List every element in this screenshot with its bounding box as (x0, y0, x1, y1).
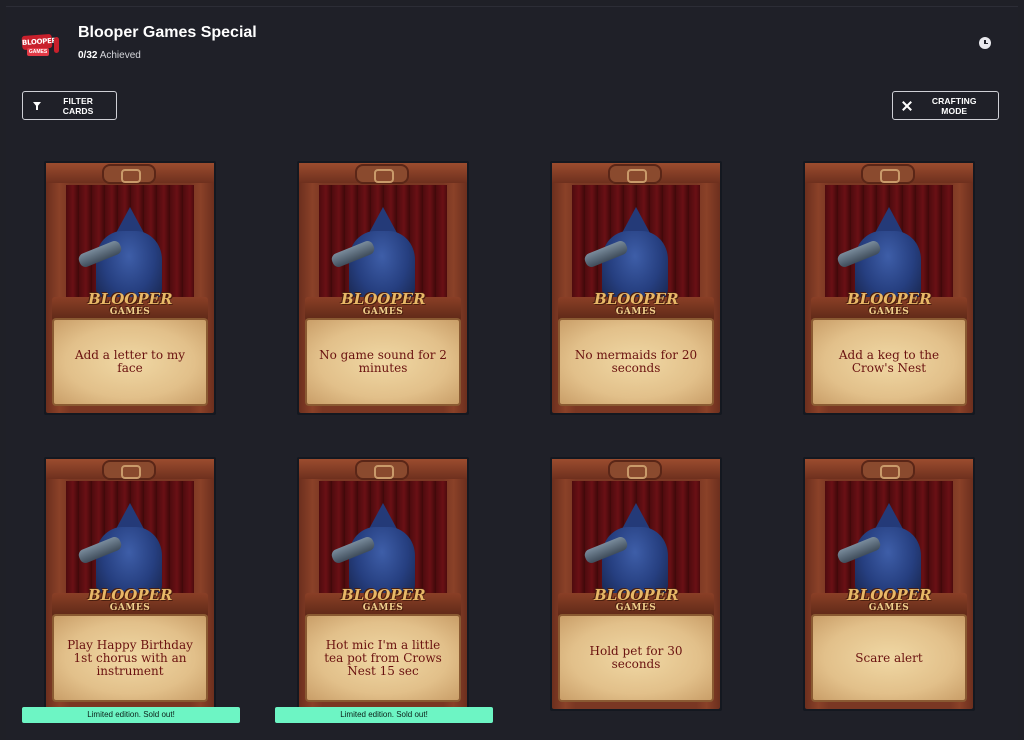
achievement-card[interactable]: BLOOPER GAMES Add a letter to my face (44, 161, 216, 415)
achievement-card[interactable]: BLOOPER GAMES No mermaids for 20 seconds (550, 161, 722, 415)
logo-sub: GAMES (27, 48, 49, 56)
page-header: BLOOPER GAMES Blooper Games Special 0/32… (21, 23, 257, 67)
card-brand: BLOOPER GAMES (594, 290, 679, 317)
microphone-icon (54, 37, 59, 53)
card-brand-sub: GAMES (362, 603, 404, 613)
pirate-figure-icon (835, 207, 931, 303)
achievement-card[interactable]: BLOOPER GAMES Hold pet for 30 seconds (550, 457, 722, 711)
card-brand-sub: GAMES (109, 603, 151, 613)
card-brand-sub: GAMES (868, 603, 910, 613)
ld-emblem-icon (102, 164, 156, 184)
achievement-card[interactable]: BLOOPER GAMES Play Happy Birthday 1st chor… (44, 457, 216, 711)
card-brand-name: BLOOPER (594, 586, 679, 604)
ld-emblem-icon (861, 460, 915, 480)
pirate-figure-icon (582, 207, 678, 303)
card-brand-sub: GAMES (615, 603, 657, 613)
card-caption: Scare alert (855, 650, 923, 665)
card-caption: Add a letter to my face (74, 348, 186, 375)
ld-emblem-icon (355, 164, 409, 184)
pirate-figure-icon (76, 207, 172, 303)
pirate-figure-icon (582, 503, 678, 599)
filter-cards-label: FILTER CARDS (62, 95, 94, 116)
limited-edition-badge: Limited edition. Sold out! (22, 707, 240, 723)
card-caption: Hold pet for 30 seconds (589, 644, 683, 671)
card-brand-sub: GAMES (109, 307, 151, 317)
card-brand: BLOOPER GAMES (88, 586, 173, 613)
card-brand: BLOOPER GAMES (341, 290, 426, 317)
ld-emblem-icon (102, 460, 156, 480)
blooper-games-logo: BLOOPER GAMES (21, 31, 62, 67)
card-brand-name: BLOOPER (594, 290, 679, 308)
pirate-figure-icon (835, 503, 931, 599)
card-brand-sub: GAMES (615, 307, 657, 317)
card-brand-sub: GAMES (362, 307, 404, 317)
card-caption: No game sound for 2 minutes (319, 348, 447, 375)
crafting-tools-icon (902, 100, 912, 111)
card-brand-name: BLOOPER (88, 290, 173, 308)
achievement-card[interactable]: BLOOPER GAMES No game sound for 2 minutes (297, 161, 469, 415)
card-brand-name: BLOOPER (341, 586, 426, 604)
card-brand: BLOOPER GAMES (88, 290, 173, 317)
ld-emblem-icon (861, 164, 915, 184)
progress-label: Achieved (99, 50, 141, 61)
card-caption: Play Happy Birthday 1st chorus with an i… (67, 637, 193, 678)
pirate-figure-icon (329, 503, 425, 599)
card-brand: BLOOPER GAMES (341, 586, 426, 613)
card-brand-name: BLOOPER (847, 290, 932, 308)
filter-icon (32, 101, 41, 111)
crafting-mode-button[interactable]: CRAFTING MODE (892, 91, 999, 120)
card-caption: Hot mic I'm a little tea pot from Crows … (324, 637, 442, 678)
card-brand-name: BLOOPER (341, 290, 426, 308)
card-caption: Add a keg to the Crow's Nest (838, 348, 940, 375)
page-title: Blooper Games Special (78, 24, 257, 41)
ld-emblem-icon (608, 460, 662, 480)
achievement-card[interactable]: BLOOPER GAMES Scare alert (803, 457, 975, 711)
pirate-figure-icon (76, 503, 172, 599)
pirate-figure-icon (329, 207, 425, 303)
card-caption: No mermaids for 20 seconds (574, 348, 698, 375)
ld-emblem-icon (355, 460, 409, 480)
crafting-mode-label: CRAFTING MODE (931, 95, 977, 116)
achievement-progress: 0/32 Achieved (78, 50, 257, 61)
filter-cards-button[interactable]: FILTER CARDS (22, 91, 117, 120)
card-brand-name: BLOOPER (88, 586, 173, 604)
card-brand-name: BLOOPER (847, 586, 932, 604)
card-brand: BLOOPER GAMES (847, 586, 932, 613)
card-brand: BLOOPER GAMES (847, 290, 932, 317)
limited-edition-badge: Limited edition. Sold out! (275, 707, 493, 723)
achievement-card[interactable]: BLOOPER GAMES Hot mic I'm a little tea pot… (297, 457, 469, 711)
achievement-card[interactable]: BLOOPER GAMES Add a keg to the Crow's Nest (803, 161, 975, 415)
card-brand: BLOOPER GAMES (594, 586, 679, 613)
progress-count: 0/32 (78, 50, 98, 61)
card-brand-sub: GAMES (868, 307, 910, 317)
clock-icon[interactable] (979, 37, 991, 49)
ld-emblem-icon (608, 164, 662, 184)
achievements-panel: BLOOPER GAMES Blooper Games Special 0/32… (6, 6, 1018, 740)
